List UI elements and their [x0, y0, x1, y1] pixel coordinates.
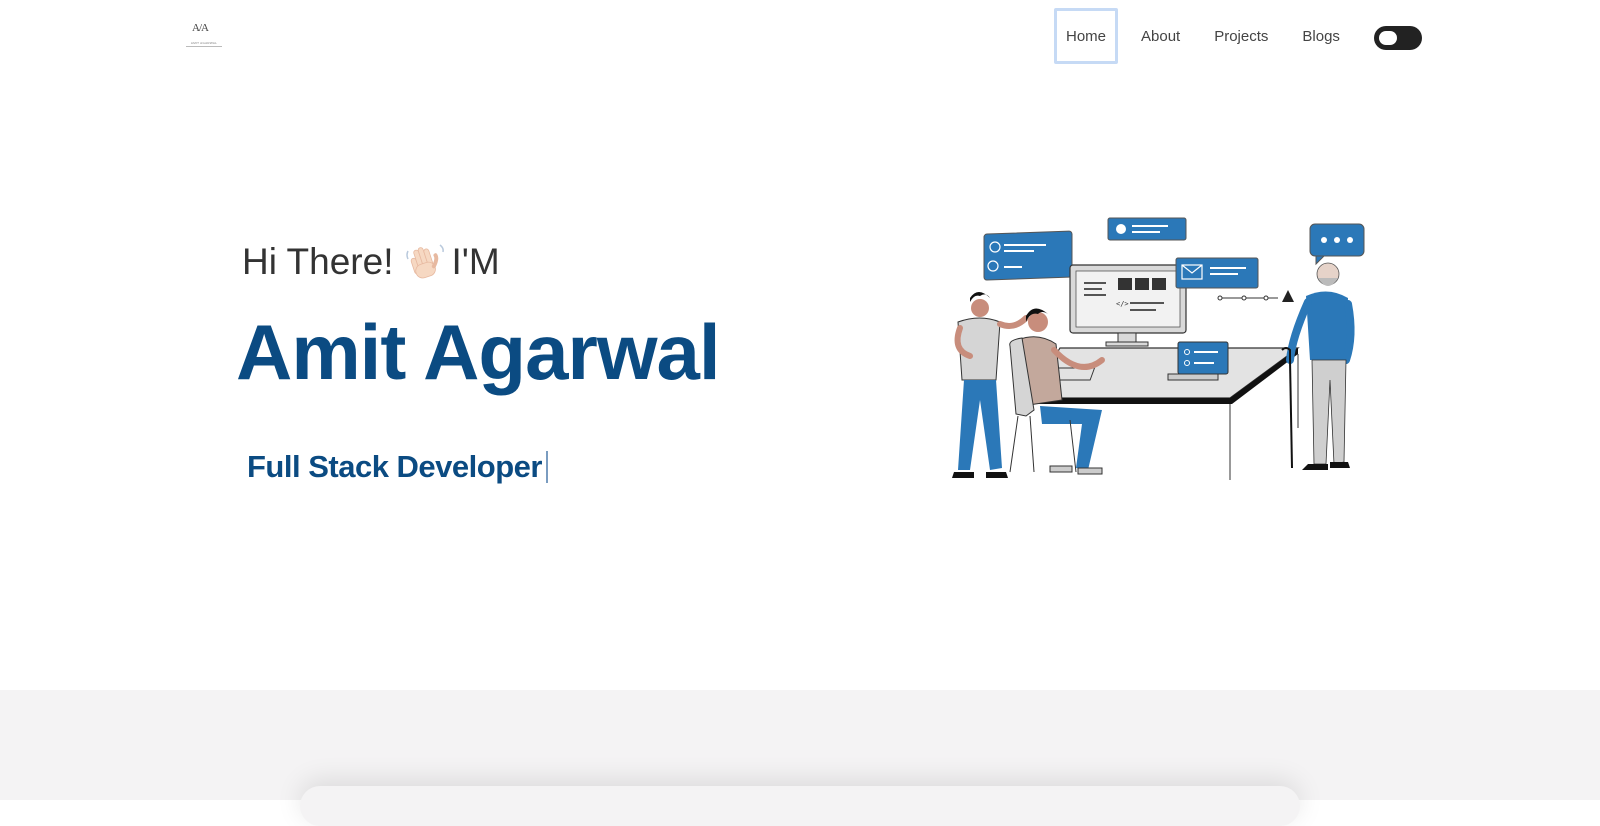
hero-illustration: </> — [930, 210, 1380, 490]
hero-greeting: Hi There! I'M — [242, 241, 500, 283]
developers-illustration: </> — [952, 217, 1365, 480]
logo-underline — [186, 46, 222, 47]
hero-name: Amit Agarwal — [236, 308, 721, 396]
chat-bubble — [1309, 223, 1365, 266]
nav-blogs-link[interactable]: Blogs — [1302, 8, 1340, 64]
site-logo[interactable]: A/A AMIT AGARWAL — [186, 22, 222, 52]
nav-home-link[interactable]: Home — [1054, 8, 1119, 64]
floating-card-check — [1107, 217, 1187, 241]
typing-cursor — [545, 450, 548, 483]
nav-projects-link[interactable]: Projects — [1214, 8, 1268, 64]
navbar: A/A AMIT AGARWAL Home About Projects Blo… — [0, 0, 1600, 76]
svg-text:</>: </> — [1116, 300, 1129, 308]
waving-hand-icon — [404, 241, 446, 283]
floating-card-mail — [1175, 257, 1259, 289]
next-section-card — [300, 786, 1300, 826]
computer-monitor: </> — [1069, 264, 1187, 347]
nav-links: Home About Projects Blogs — [1054, 8, 1340, 64]
typewriter-text: Full Stack Developer — [247, 449, 542, 484]
hero-role: Full Stack Developer — [247, 449, 548, 485]
logo-monogram: A/A — [192, 22, 209, 34]
next-section-background — [0, 690, 1600, 826]
theme-toggle-switch[interactable] — [1374, 26, 1422, 50]
greeting-text: Hi There! — [242, 241, 394, 282]
greeting-im-text: I'M — [451, 241, 500, 282]
floating-card-profile — [983, 230, 1073, 281]
nav-about-link[interactable]: About — [1141, 8, 1180, 64]
logo-text: AMIT AGARWAL — [190, 41, 218, 45]
theme-toggle-knob — [1379, 31, 1397, 45]
person-with-cane — [1281, 262, 1355, 470]
